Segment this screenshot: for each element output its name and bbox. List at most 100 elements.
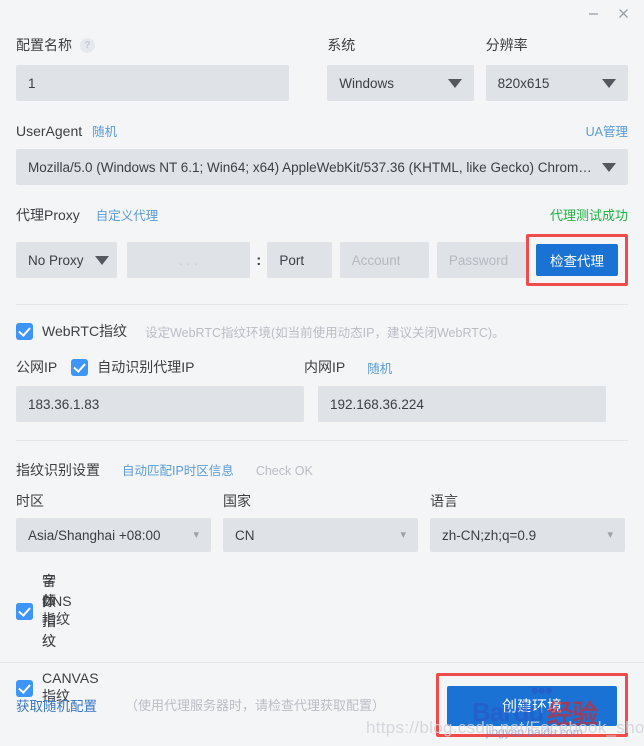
proxy-ip-input[interactable]: . . . — [126, 242, 251, 278]
auto-detect-ip-label: 自动识别代理IP — [97, 359, 195, 375]
useragent-manage-link[interactable]: UA管理 — [586, 121, 628, 140]
title-bar — [0, 0, 644, 26]
dns-fingerprint-checkbox[interactable] — [16, 602, 33, 620]
language-caption: 语言 — [430, 492, 625, 510]
profile-name-caption: 配置名称 ? — [16, 34, 289, 56]
local-ip-input[interactable]: 192.168.36.224 — [318, 386, 606, 422]
timezone-caption: 时区 — [16, 492, 211, 510]
country-caption: 国家 — [223, 492, 418, 510]
webrtc-row: WebRTC指纹 设定WebRTC指纹环境(如当前使用动态IP，建议关闭WebR… — [16, 321, 628, 341]
proxy-ip-placeholder: . . . — [178, 252, 198, 268]
resolution-caption: 分辨率 — [486, 34, 628, 56]
chevron-down-icon: ▾ — [400, 528, 406, 541]
create-environment-button[interactable]: 创建环境 — [447, 685, 617, 726]
country-group: 国家 CN ▾ — [223, 492, 418, 552]
resolution-select[interactable]: 820x615 — [485, 65, 628, 101]
proxy-label: 代理Proxy — [16, 207, 80, 223]
webrtc-note: 设定WebRTC指纹环境(如当前使用动态IP，建议关闭WebRTC)。 — [145, 325, 505, 340]
chevron-down-icon: ▾ — [193, 528, 199, 541]
system-caption: 系统 — [327, 34, 473, 56]
auto-detect-ip-checkbox[interactable] — [71, 358, 89, 376]
language-value: zh-CN;zh;q=0.9 — [442, 527, 537, 543]
local-ip-random-link[interactable]: 随机 — [367, 358, 392, 377]
timezone-group: 时区 Asia/Shanghai +08:00 ▾ — [16, 492, 211, 552]
auto-detect-ip-row[interactable]: 自动识别代理IP — [71, 357, 194, 377]
question-mark-icon[interactable]: ? — [80, 37, 95, 53]
public-ip-label: 公网IP — [16, 359, 58, 375]
proxy-password-input[interactable]: Password — [436, 242, 527, 278]
timezone-label: 时区 — [16, 493, 44, 509]
form-content: 配置名称 ? 1 系统 Windows 分辨率 820x615 UserAgen… — [0, 34, 644, 706]
ip-fields-row: 183.36.1.83 192.168.36.224 — [16, 386, 628, 422]
webrtc-label: WebRTC指纹 — [42, 323, 128, 339]
proxy-account-input[interactable]: Account — [339, 242, 429, 278]
fingerprint-caption: 指纹识别设置 自动匹配IP时区信息 Check OK — [16, 460, 628, 480]
chevron-down-icon — [602, 78, 616, 88]
dns-fingerprint-label: DNS指纹 — [42, 593, 72, 627]
system-value: Windows — [339, 75, 395, 91]
config-window: 配置名称 ? 1 系统 Windows 分辨率 820x615 UserAgen… — [0, 0, 644, 746]
auto-match-timezone-link[interactable]: 自动匹配IP时区信息 — [122, 460, 234, 479]
random-config-link[interactable]: 获取随机配置 — [16, 695, 97, 715]
fingerprint-check-status: Check OK — [255, 464, 313, 478]
useragent-label: UserAgent — [16, 123, 83, 139]
public-ip-value: 183.36.1.83 — [28, 396, 100, 412]
useragent-value: Mozilla/5.0 (Windows NT 6.1; Win64; x64)… — [28, 159, 592, 175]
system-group: 系统 Windows — [327, 34, 474, 101]
language-group: 语言 zh-CN;zh;q=0.9 ▾ — [430, 492, 625, 552]
chevron-down-icon — [602, 162, 616, 172]
system-select[interactable]: Windows — [327, 65, 474, 101]
proxy-type-value: No Proxy — [28, 252, 84, 268]
footer-bar: 获取随机配置 （使用代理服务器时，请检查代理获取配置） 创建环境 — [0, 662, 644, 746]
proxy-password-placeholder: Password — [448, 252, 509, 268]
footer-note: （使用代理服务器时，请检查代理获取配置） — [125, 698, 386, 713]
country-select[interactable]: CN ▾ — [223, 518, 418, 552]
useragent-select[interactable]: Mozilla/5.0 (Windows NT 6.1; Win64; x64)… — [16, 149, 628, 185]
proxy-caption: 代理Proxy 自定义代理 代理测试成功 — [16, 205, 628, 225]
resolution-group: 分辨率 820x615 — [485, 34, 628, 101]
proxy-port-input[interactable]: Port — [267, 242, 332, 278]
local-ip-value: 192.168.36.224 — [330, 396, 424, 412]
public-ip-input[interactable]: 183.36.1.83 — [16, 386, 304, 422]
fingerprint-section-label: 指纹识别设置 — [16, 462, 100, 478]
fingerprint-selects-row: 时区 Asia/Shanghai +08:00 ▾ 国家 CN ▾ 语言 zh-… — [16, 492, 628, 552]
divider-middle — [16, 440, 628, 441]
ip-captions: 公网IP 自动识别代理IP 内网IP 随机 — [16, 357, 628, 377]
resolution-value: 820x615 — [497, 75, 550, 91]
resolution-label: 分辨率 — [485, 37, 528, 53]
proxy-type-select[interactable]: No Proxy — [16, 242, 117, 278]
country-label: 国家 — [223, 493, 251, 509]
language-label: 语言 — [430, 493, 458, 509]
close-icon[interactable] — [608, 2, 638, 24]
profile-name-input[interactable]: 1 — [16, 65, 290, 101]
profile-name-group: 配置名称 ? 1 — [16, 34, 290, 101]
local-ip-label: 内网IP — [304, 359, 346, 375]
chevron-down-icon: ▾ — [607, 528, 613, 541]
check-proxy-highlight: 检查代理 — [526, 234, 629, 286]
system-label: 系统 — [327, 37, 356, 53]
chevron-down-icon — [94, 255, 109, 265]
fingerprint-checkbox-row-1: 音频指纹 字体指纹 DNS指纹 — [16, 571, 628, 651]
webrtc-checkbox[interactable] — [16, 322, 33, 340]
proxy-port-value: Port — [279, 252, 305, 268]
public-ip-caption: 公网IP 自动识别代理IP — [16, 357, 304, 377]
profile-name-label: 配置名称 — [16, 37, 72, 53]
proxy-row: No Proxy . . . : Port Account Password 检… — [16, 234, 629, 286]
timezone-select[interactable]: Asia/Shanghai +08:00 ▾ — [16, 518, 211, 552]
webrtc-checkbox-row[interactable]: WebRTC指纹 — [16, 321, 127, 341]
useragent-random-link[interactable]: 随机 — [92, 121, 117, 140]
profile-name-value: 1 — [28, 75, 36, 91]
custom-proxy-link[interactable]: 自定义代理 — [96, 205, 159, 224]
timezone-value: Asia/Shanghai +08:00 — [28, 527, 161, 543]
proxy-account-placeholder: Account — [351, 252, 401, 268]
row-basic-settings: 配置名称 ? 1 系统 Windows 分辨率 820x615 — [16, 34, 628, 101]
country-value: CN — [235, 527, 255, 543]
useragent-caption: UserAgent 随机 UA管理 — [16, 121, 628, 140]
local-ip-caption: 内网IP 随机 — [304, 357, 392, 377]
chevron-down-icon — [447, 78, 462, 88]
minimize-icon[interactable] — [578, 2, 608, 24]
language-select[interactable]: zh-CN;zh;q=0.9 ▾ — [430, 518, 625, 552]
proxy-status-text: 代理测试成功 — [549, 208, 628, 223]
divider-top — [16, 304, 628, 305]
check-proxy-button[interactable]: 检查代理 — [536, 244, 619, 276]
